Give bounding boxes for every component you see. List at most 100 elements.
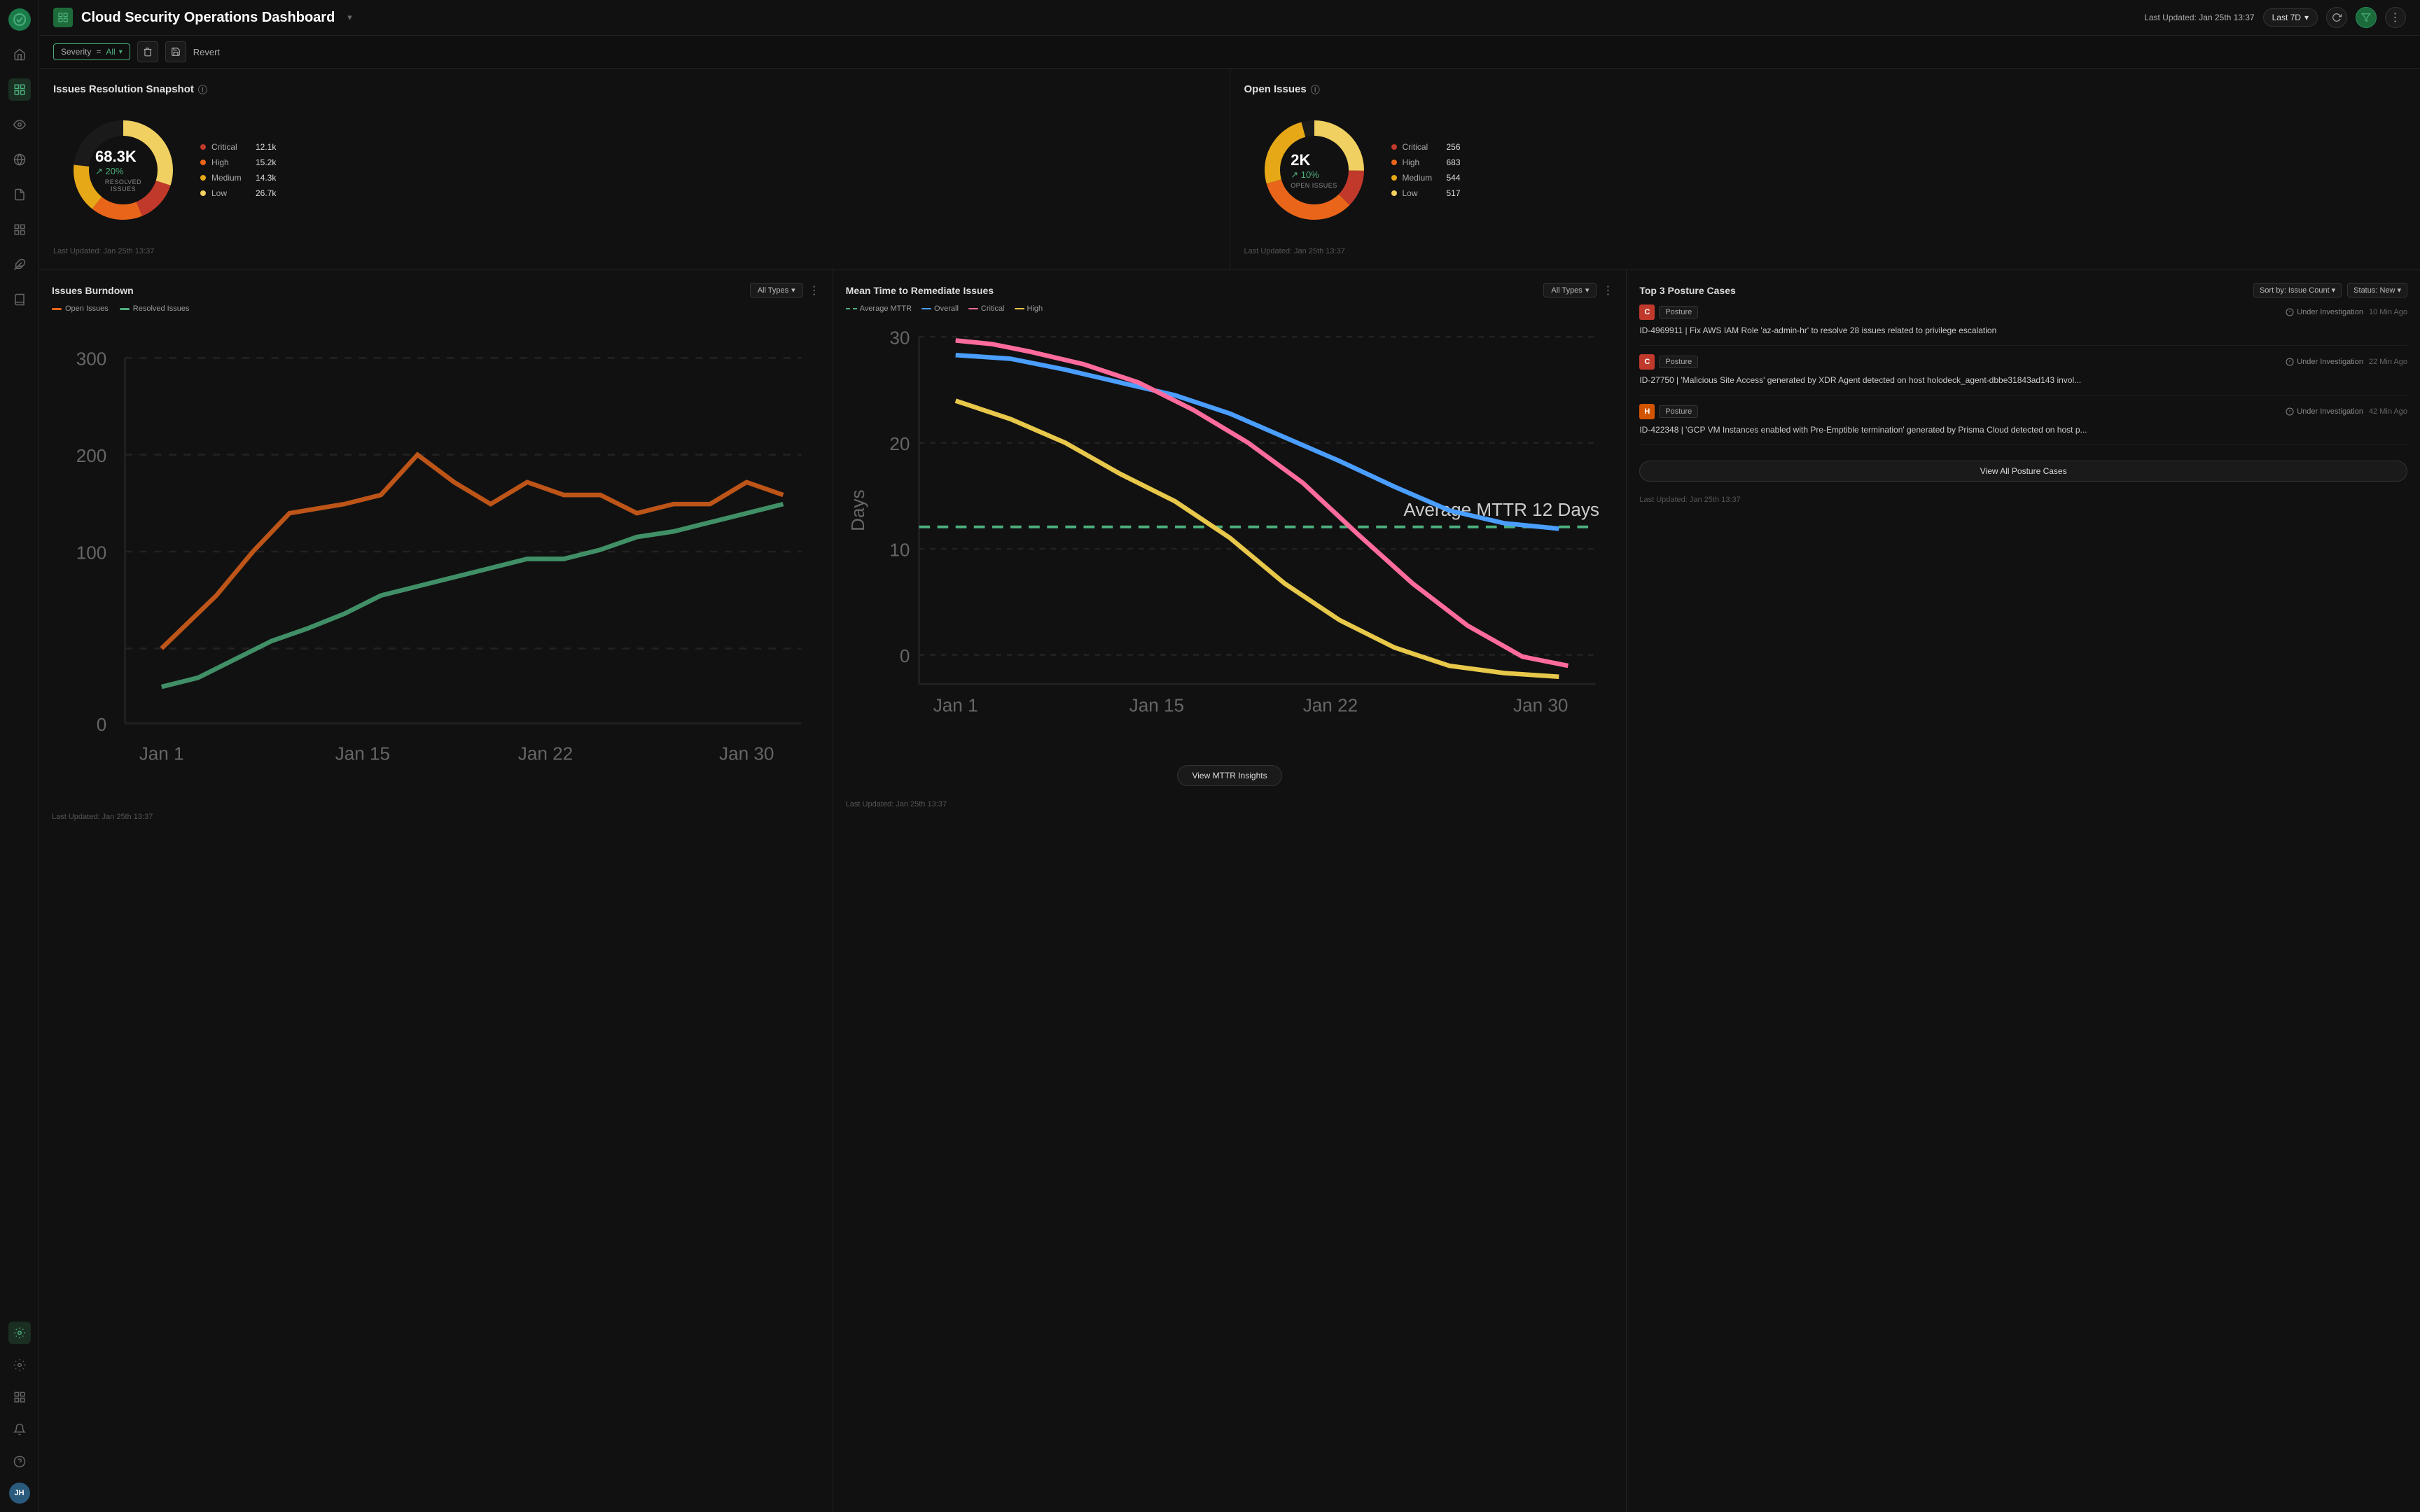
legend-critical: Critical 12.1k <box>200 142 276 152</box>
mttr-title: Mean Time to Remediate Issues <box>846 285 994 296</box>
critical-dot <box>200 144 206 150</box>
dashboard: Issues Resolution Snapshot ⓘ <box>39 69 2420 1512</box>
critical-line-icon <box>968 308 978 309</box>
posture-item-1-header: C Posture Under Investigation 10 Min Ago <box>1639 304 2407 320</box>
page-title: Cloud Security Operations Dashboard <box>81 10 335 26</box>
resolved-info-icon[interactable]: ⓘ <box>198 83 207 96</box>
mttr-legend-avg: Average MTTR <box>846 304 912 313</box>
app-logo[interactable] <box>8 8 31 31</box>
sidebar-item-globe[interactable] <box>8 148 31 171</box>
posture-header: Top 3 Posture Cases Sort by: Issue Count… <box>1639 283 2407 298</box>
top-panels-row: Issues Resolution Snapshot ⓘ <box>39 69 2420 270</box>
title-chevron-icon[interactable]: ▾ <box>347 12 352 23</box>
mttr-more-button[interactable]: ⋮ <box>1602 284 1613 298</box>
burndown-legend-open: Open Issues <box>52 304 109 313</box>
sidebar-bottom: JH <box>8 1322 31 1504</box>
view-all-posture-button[interactable]: View All Posture Cases <box>1639 461 2407 482</box>
svg-text:100: 100 <box>76 542 107 563</box>
mttr-legend-high: High <box>1015 304 1043 313</box>
svg-text:Jan 30: Jan 30 <box>719 743 774 764</box>
posture-item-2-header: C Posture Under Investigation 22 Min Ago <box>1639 354 2407 370</box>
avg-mttr-icon <box>846 308 857 309</box>
sidebar-item-notifications[interactable] <box>8 1418 31 1441</box>
revert-button[interactable]: Revert <box>193 47 220 57</box>
posture-item-1-severity: C <box>1639 304 1655 320</box>
burndown-panel: Issues Burndown All Types ▾ ⋮ Open Issue… <box>39 270 833 1512</box>
posture-list: C Posture Under Investigation 10 Min Ago <box>1639 304 2407 445</box>
sidebar-item-visibility[interactable] <box>8 113 31 136</box>
bottom-panels-row: Issues Burndown All Types ▾ ⋮ Open Issue… <box>39 270 2420 1512</box>
open-last-updated: Last Updated: Jan 25th 13:37 <box>1244 240 2407 255</box>
posture-item-3-severity: H <box>1639 404 1655 419</box>
save-filter-button[interactable] <box>165 41 186 62</box>
svg-text:Jan 30: Jan 30 <box>1513 694 1568 715</box>
legend-low: Low 26.7k <box>200 188 276 198</box>
mttr-type-dropdown[interactable]: All Types ▾ <box>1543 283 1597 298</box>
burndown-header: Issues Burndown All Types ▾ ⋮ <box>52 283 820 298</box>
mttr-legend: Average MTTR Overall Critical High <box>846 304 1614 313</box>
svg-text:0: 0 <box>900 645 910 666</box>
severity-filter[interactable]: Severity = All ▾ <box>53 43 130 60</box>
resolved-donut-label: 68.3K ↗ 20% RESOLVED ISSUES <box>95 148 151 192</box>
sidebar-item-dashboard[interactable] <box>8 78 31 101</box>
posture-sort-dropdown[interactable]: Sort by: Issue Count ▾ <box>2253 283 2342 298</box>
posture-item-2-badges: C Posture <box>1639 354 1698 370</box>
svg-text:300: 300 <box>76 349 107 370</box>
open-legend-critical: Critical 256 <box>1391 142 1461 152</box>
view-mttr-insights-button[interactable]: View MTTR Insights <box>1177 765 1281 786</box>
toolbar: Severity = All ▾ Revert <box>39 36 2420 69</box>
filter-button[interactable] <box>2356 7 2377 28</box>
posture-controls: Sort by: Issue Count ▾ Status: New ▾ <box>2253 283 2407 298</box>
posture-item-2-desc: ID-27750 | 'Malicious Site Access' gener… <box>1639 374 2407 386</box>
sidebar-item-preferences[interactable] <box>8 1354 31 1376</box>
sidebar-item-reports[interactable] <box>8 183 31 206</box>
posture-item-3-type: Posture <box>1659 405 1698 418</box>
open-legend-low: Low 517 <box>1391 188 1461 198</box>
resolved-issues-panel: Issues Resolution Snapshot ⓘ <box>39 69 1230 270</box>
user-avatar[interactable]: JH <box>9 1483 30 1504</box>
legend-high: High 15.2k <box>200 158 276 167</box>
burndown-chart: 300 200 100 0 Jan 1 Jan 15 Jan 22 Jan 30 <box>52 321 820 797</box>
refresh-button[interactable] <box>2326 7 2347 28</box>
burndown-legend: Open Issues Resolved Issues <box>52 304 820 313</box>
sidebar-item-help[interactable] <box>8 1450 31 1473</box>
posture-item-1-time: 10 Min Ago <box>2369 308 2407 316</box>
posture-item-3-desc: ID-422348 | 'GCP VM Instances enabled wi… <box>1639 424 2407 436</box>
posture-item-1: C Posture Under Investigation 10 Min Ago <box>1639 304 2407 346</box>
sidebar-item-settings[interactable] <box>8 1322 31 1344</box>
open-legend: Critical 256 High 683 Medium 544 <box>1391 142 1461 198</box>
sidebar-item-home[interactable] <box>8 43 31 66</box>
more-options-button[interactable]: ⋮ <box>2385 7 2406 28</box>
mttr-panel: Mean Time to Remediate Issues All Types … <box>833 270 1627 1512</box>
time-range-button[interactable]: Last 7D ▾ <box>2263 8 2318 27</box>
sidebar: JH <box>0 0 39 1512</box>
posture-item-2-status: Under Investigation <box>2286 358 2363 366</box>
svg-text:30: 30 <box>889 328 910 349</box>
high-line-icon <box>1015 308 1024 309</box>
posture-item-1-desc: ID-4969911 | Fix AWS IAM Role 'az-admin-… <box>1639 324 2407 337</box>
medium-dot <box>200 175 206 181</box>
burndown-controls: All Types ▾ ⋮ <box>750 283 820 298</box>
sidebar-item-docs[interactable] <box>8 288 31 311</box>
burndown-type-dropdown[interactable]: All Types ▾ <box>750 283 803 298</box>
sidebar-item-grid[interactable] <box>8 218 31 241</box>
sidebar-item-apps[interactable] <box>8 1386 31 1408</box>
mttr-chart-container: Days 30 20 10 0 Jan 1 Jan 15 Jan 22 Jan … <box>846 318 1614 760</box>
open-info-icon[interactable]: ⓘ <box>1311 83 1320 96</box>
open-legend-high: High 683 <box>1391 158 1461 167</box>
posture-item-1-badges: C Posture <box>1639 304 1698 320</box>
posture-item-3-badges: H Posture <box>1639 404 1698 419</box>
posture-title: Top 3 Posture Cases <box>1639 285 1735 296</box>
open-line-icon <box>52 308 62 310</box>
delete-filter-button[interactable] <box>137 41 158 62</box>
posture-status-dropdown[interactable]: Status: New ▾ <box>2347 283 2407 298</box>
open-issues-panel: Open Issues ⓘ <box>1230 69 2420 270</box>
posture-panel: Top 3 Posture Cases Sort by: Issue Count… <box>1627 270 2420 1512</box>
resolved-chart-area: 68.3K ↗ 20% RESOLVED ISSUES Critical <box>53 107 1216 233</box>
burndown-more-button[interactable]: ⋮ <box>809 284 820 298</box>
last-updated-text: Last Updated: Jan 25th 13:37 <box>2144 13 2254 22</box>
posture-item-2: C Posture Under Investigation 22 Min Ago <box>1639 354 2407 396</box>
posture-item-2-severity: C <box>1639 354 1655 370</box>
svg-text:10: 10 <box>889 539 910 560</box>
sidebar-item-integrations[interactable] <box>8 253 31 276</box>
